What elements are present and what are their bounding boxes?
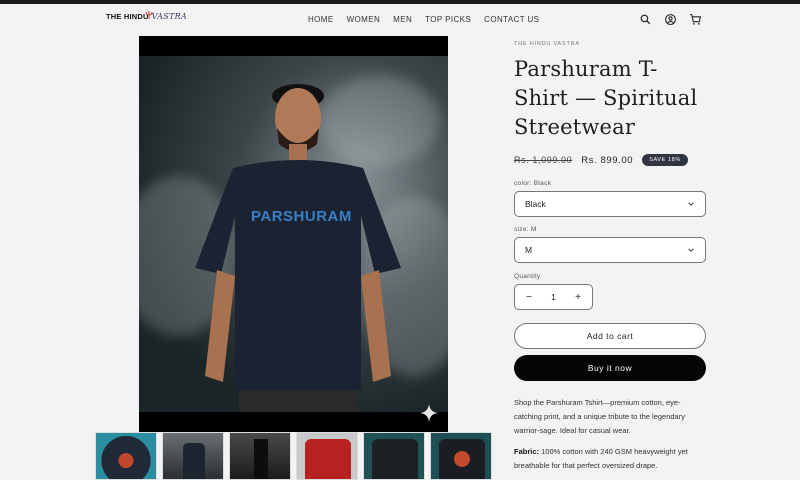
thumbnail-6[interactable] — [430, 432, 492, 480]
nav-home[interactable]: HOME — [308, 15, 334, 24]
product-main-image[interactable]: PARSHURAM — [139, 36, 448, 432]
thumbnail-3[interactable] — [229, 432, 291, 480]
fabric-label: Fabric: — [514, 447, 540, 456]
color-select[interactable]: Black — [514, 191, 706, 217]
sale-badge: SAVE 18% — [642, 154, 688, 166]
thumbnail-2[interactable] — [162, 432, 224, 480]
nav-women[interactable]: WOMEN — [347, 15, 381, 24]
thumbnail-4[interactable] — [296, 432, 358, 480]
search-icon[interactable] — [639, 13, 652, 26]
quantity-decrease-button[interactable]: − — [526, 292, 532, 303]
trident-logo-icon — [145, 11, 153, 19]
product-description: Shop the Parshuram Tshirt—premium cotton… — [514, 398, 685, 435]
site-header: THE HINDU VASTRA HOME WOMEN MEN TOP PICK… — [0, 4, 800, 36]
product-vendor: THE HINDU VASTRA — [514, 41, 580, 47]
thumbnail-5[interactable] — [363, 432, 425, 480]
nav-contact-us[interactable]: CONTACT US — [484, 15, 539, 24]
brand-name-part1: THE HINDU — [106, 12, 149, 21]
account-icon[interactable] — [664, 13, 677, 26]
shirt-print: PARSHURAM — [251, 208, 352, 225]
sale-price: Rs. 899.00 — [581, 154, 634, 166]
cart-icon[interactable] — [689, 13, 702, 26]
nav-men[interactable]: MEN — [393, 15, 412, 24]
product-title: Parshuram T-Shirt — Spiritual Streetwear — [514, 57, 698, 139]
chevron-down-icon — [688, 248, 694, 252]
add-to-cart-button[interactable]: Add to cart — [514, 323, 706, 349]
thumbnail-1[interactable] — [95, 432, 157, 480]
size-select[interactable]: M — [514, 237, 706, 263]
size-select-value: M — [525, 245, 533, 255]
product-info: THE HINDU VASTRA Parshuram T-Shirt — Spi… — [514, 36, 706, 473]
quantity-increase-button[interactable]: + — [575, 292, 581, 303]
product-photo: PARSHURAM — [139, 56, 448, 412]
zoom-sparkle-icon[interactable] — [420, 404, 438, 422]
price-row: Rs. 1,099.00 Rs. 899.00 SAVE 18% — [514, 154, 706, 166]
quantity-value[interactable]: 1 — [551, 292, 556, 302]
color-label: color: Black — [514, 180, 552, 187]
chevron-down-icon — [688, 202, 694, 206]
thumbnail-strip — [95, 432, 495, 480]
fabric-text: 100% cotton with 240 GSM heavyweight yet… — [514, 447, 688, 470]
header-icons — [639, 13, 702, 26]
fabric-info: Fabric: 100% cotton with 240 GSM heavywe… — [514, 445, 706, 473]
size-label: size: M — [514, 226, 537, 233]
model-figure — [195, 84, 401, 412]
compare-price: Rs. 1,099.00 — [514, 155, 573, 165]
brand-name-part2: VASTRA — [151, 12, 188, 21]
brand-logo[interactable]: THE HINDU VASTRA — [106, 11, 188, 21]
color-select-value: Black — [525, 199, 546, 209]
nav-top-picks[interactable]: TOP PICKS — [425, 15, 471, 24]
buy-now-button[interactable]: Buy it now — [514, 355, 706, 381]
quantity-stepper: − 1 + — [514, 284, 593, 310]
main-nav: HOME WOMEN MEN TOP PICKS CONTACT US — [308, 15, 552, 24]
quantity-label: Quantity — [514, 273, 541, 280]
